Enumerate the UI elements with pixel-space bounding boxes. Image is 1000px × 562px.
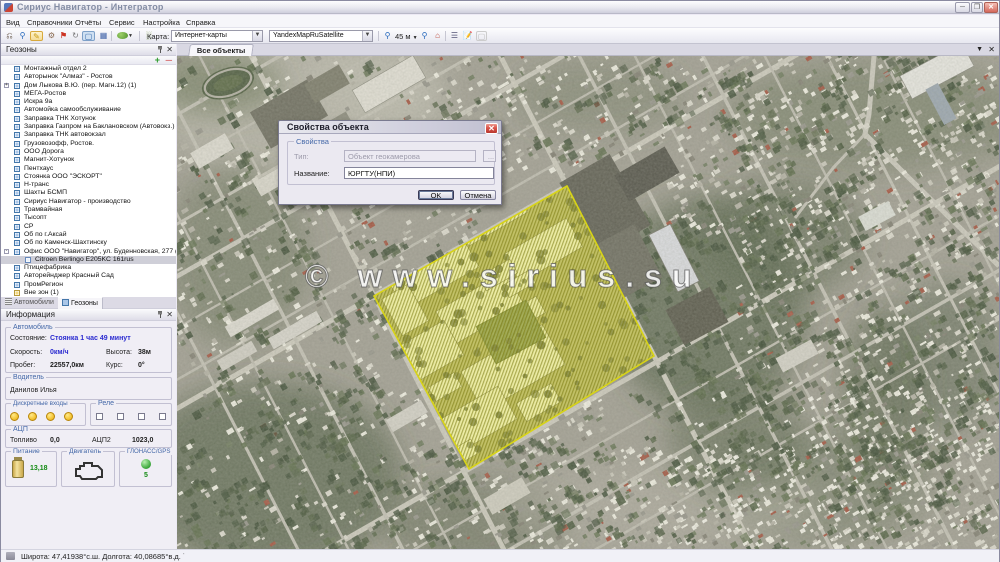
svg-text:© www.sirius.su: © www.sirius.su — [305, 258, 701, 294]
